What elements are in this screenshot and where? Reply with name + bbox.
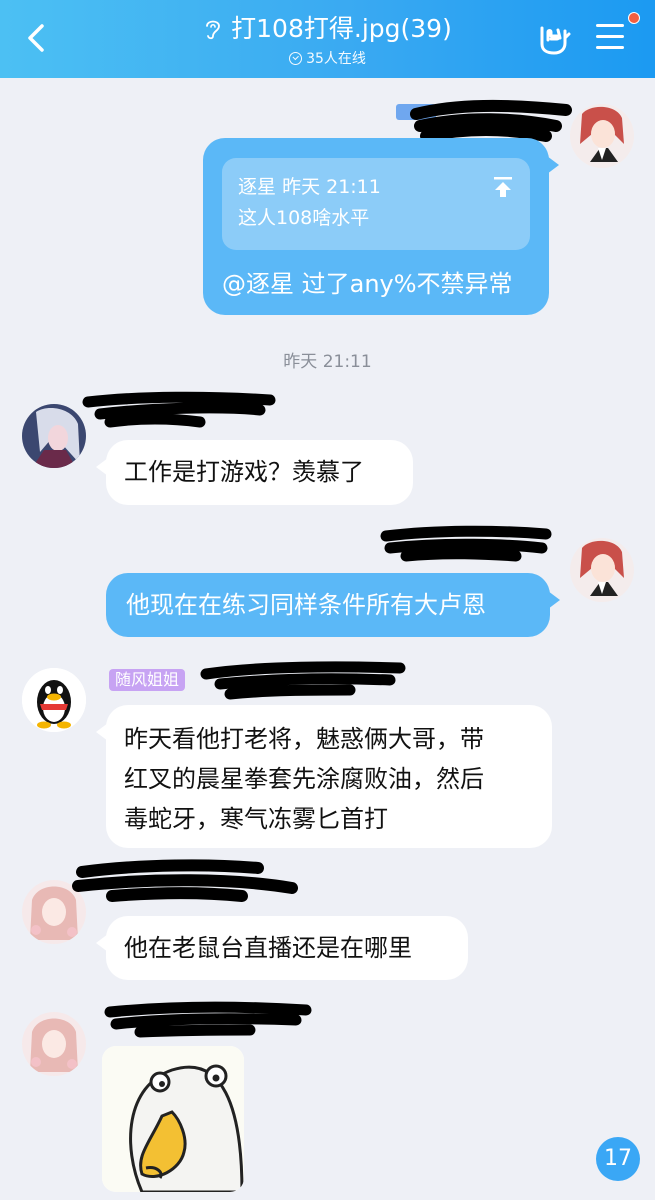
quoted-message[interactable]: 逐星 昨天 21:11 这人108啥水平 — [222, 158, 530, 250]
sender-avatar[interactable] — [22, 1012, 86, 1076]
sender-title-tag: 随风姐姐 — [109, 669, 186, 691]
message-line: 昨天看他打老将，魅惑俩大哥，带 — [124, 725, 484, 753]
message-bubble-incoming[interactable]: 他在老鼠台直播还是在哪里 — [96, 916, 468, 980]
jump-to-top-icon[interactable] — [492, 176, 514, 198]
online-count: 35人在线 — [289, 48, 366, 68]
message-text: 他现在在练习同样条件所有大卢恩 — [126, 591, 486, 619]
notification-dot — [628, 12, 640, 24]
check-circle-icon — [289, 51, 303, 65]
quote-text: 这人108啥水平 — [238, 207, 370, 229]
redacted-name — [380, 525, 552, 562]
my-avatar[interactable] — [570, 104, 634, 168]
chat-header: 打108打得.jpg(39) 35人在线 — [0, 0, 655, 78]
online-count-text: 35人在线 — [306, 51, 366, 67]
redacted-name — [82, 391, 276, 428]
ear-icon — [206, 20, 221, 40]
redacted-name — [104, 1001, 312, 1038]
sender-avatar[interactable] — [22, 668, 86, 732]
duck-sticker — [102, 1046, 244, 1192]
message-text: @逐星 过了any%不禁异常 — [222, 270, 513, 298]
redacted-name — [200, 661, 406, 700]
message-bubble-incoming[interactable]: 工作是打游戏？羡慕了 — [96, 440, 413, 505]
my-avatar[interactable] — [570, 538, 634, 602]
quote-sender: 逐星 — [238, 176, 277, 198]
message-text: 工作是打游戏？羡慕了 — [124, 458, 364, 486]
message-line: 毒蛇牙，寒气冻雾匕首打 — [124, 805, 388, 833]
timestamp: 昨天 21:11 — [283, 352, 372, 372]
chat-title-text: 打108打得.jpg(39) — [231, 14, 452, 43]
message-bubble-outgoing[interactable]: 逐星 昨天 21:11 这人108啥水平 @逐星 过了any%不禁异常 — [203, 138, 559, 315]
quote-time: 昨天 21:11 — [282, 176, 381, 198]
message-line: 红叉的晨星拳套先涂腐败油，然后 — [124, 765, 484, 793]
redacted-name — [72, 859, 298, 902]
menu-icon[interactable] — [596, 24, 624, 50]
sender-avatar[interactable] — [22, 404, 86, 468]
chat-title[interactable]: 打108打得.jpg(39) — [203, 14, 452, 44]
message-bubble-outgoing[interactable]: 他现在在练习同样条件所有大卢恩 — [106, 573, 560, 637]
unread-count-badge[interactable]: 17 — [596, 1137, 640, 1181]
sticker-image[interactable] — [102, 1046, 244, 1192]
message-bubble-incoming[interactable]: 昨天看他打老将，魅惑俩大哥，带 红叉的晨星拳套先涂腐败油，然后 毒蛇牙，寒气冻雾… — [96, 705, 552, 848]
message-text: 他在老鼠台直播还是在哪里 — [124, 934, 412, 962]
hand-gesture-icon[interactable] — [536, 22, 572, 56]
